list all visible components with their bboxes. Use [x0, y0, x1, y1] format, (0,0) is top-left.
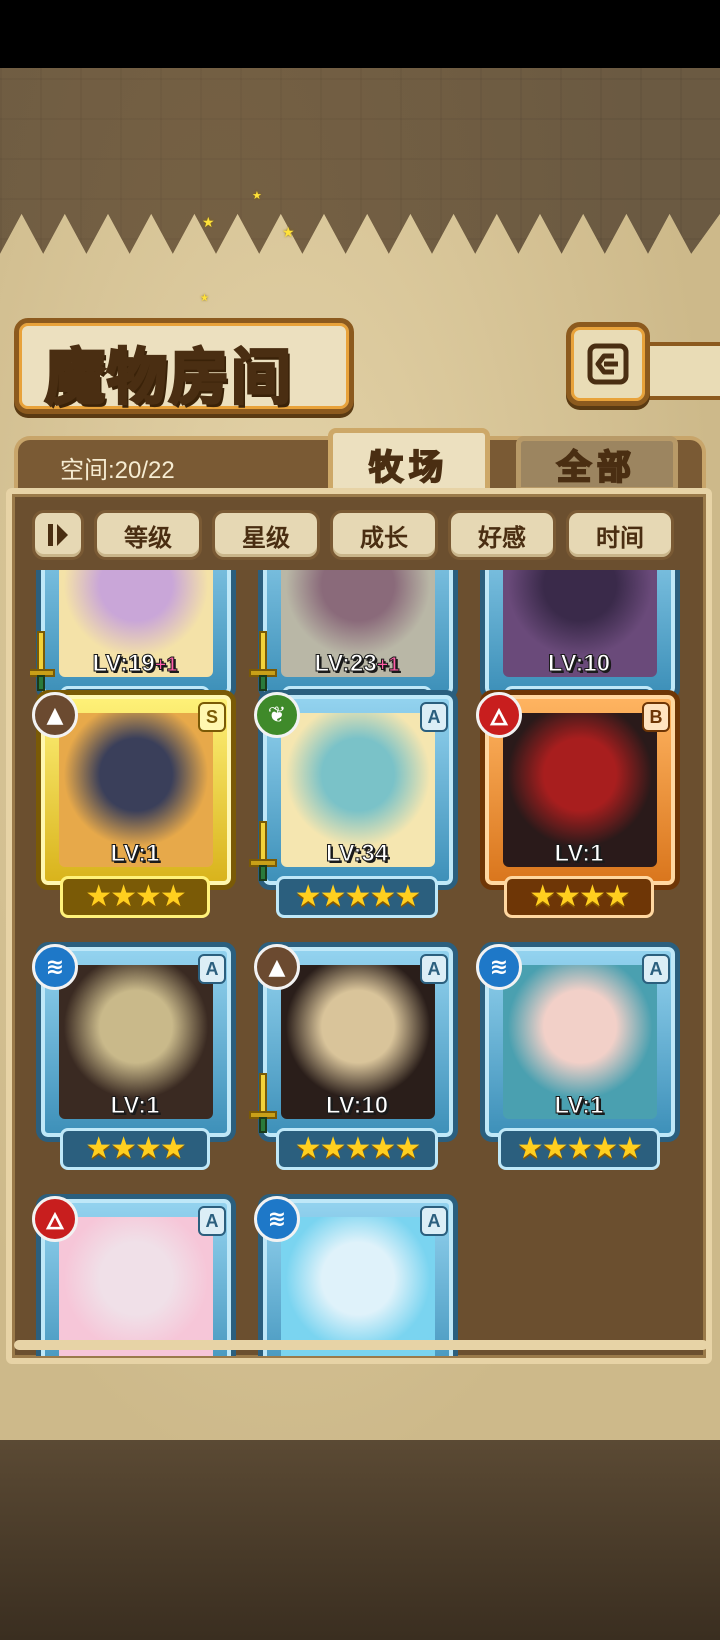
monster-card[interactable]: ≋ A — [252, 1194, 462, 1356]
sort-order-icon — [48, 524, 68, 546]
sort-affection-button[interactable]: 好感 — [448, 510, 556, 560]
level-text: LV:23 — [314, 650, 377, 678]
sparkle-icon: ★ — [200, 293, 209, 304]
rank-badge: A — [642, 954, 670, 984]
level-bonus: +1 — [376, 654, 400, 677]
sort-filter-row: 等级 星级 成长 好感 时间 — [32, 510, 674, 560]
rank-badge: A — [420, 702, 448, 732]
monster-level: LV:19+1 — [30, 650, 240, 678]
back-button[interactable] — [566, 322, 650, 406]
monster-level: LV:1 — [30, 1092, 240, 1120]
page-title: 魔物房间 — [44, 342, 293, 415]
level-text: LV:19 — [92, 650, 155, 678]
sort-order-button[interactable] — [32, 510, 84, 560]
back-arrow-icon — [587, 343, 629, 385]
level-text: LV:1 — [554, 1092, 604, 1120]
sword-equipped-icon — [30, 631, 55, 691]
monster-frame — [36, 570, 236, 700]
level-text: LV:1 — [110, 840, 160, 868]
monster-frame — [258, 570, 458, 700]
sort-stars-button[interactable]: 星级 — [212, 510, 320, 560]
star-rating: ★★★★ — [60, 876, 210, 918]
level-bonus: +1 — [154, 654, 178, 677]
monster-card[interactable]: ≋ A LV:1 ★★★★★ — [474, 942, 684, 1182]
fire-element-icon: 🜂 — [476, 692, 522, 738]
level-text: LV:1 — [554, 840, 604, 868]
monster-level: LV:1 — [474, 840, 684, 868]
level-text: LV:1 — [110, 1092, 160, 1120]
monster-level: LV:1 — [30, 840, 240, 868]
star-rating: ★★★★ — [60, 1128, 210, 1170]
sparkle-icon: ★ — [202, 215, 215, 231]
water-element-icon: ≋ — [32, 944, 78, 990]
level-text: LV:34 — [325, 840, 389, 868]
monster-card[interactable]: ▲ S LV:1 ★★★★ — [30, 690, 240, 930]
sparkle-icon: ★ — [252, 189, 262, 202]
sparkle-icon: ★ — [282, 225, 295, 241]
sword-equipped-icon — [249, 1073, 277, 1133]
monster-card[interactable]: 🜂 A — [30, 1194, 240, 1356]
monster-grid[interactable]: LV:19+1★★★★LV:23+1★★★★LV:10★★★★▲SLV:1★★★… — [30, 570, 692, 1356]
star-rating: ★★★★ — [504, 876, 654, 918]
monster-level: LV:34 — [252, 840, 462, 868]
title-plate: 魔物房间 — [14, 318, 354, 415]
rank-badge: B — [642, 702, 670, 732]
nature-element-icon: ❦ — [254, 692, 300, 738]
sort-level-button[interactable]: 等级 — [94, 510, 202, 560]
level-text: LV:10 — [547, 650, 611, 678]
earth-element-icon: ▲ — [32, 692, 78, 738]
monster-portrait — [281, 1217, 435, 1356]
bottom-map-area — [0, 1440, 720, 1640]
star-rating: ★★★★★ — [498, 1128, 660, 1170]
panel-bottom-rail — [14, 1340, 708, 1350]
fire-element-icon: 🜂 — [32, 1196, 78, 1242]
rank-badge: A — [420, 1206, 448, 1236]
monster-card[interactable]: 🜂 B LV:1 ★★★★ — [474, 690, 684, 930]
sword-equipped-icon — [249, 631, 277, 691]
rank-badge: A — [198, 1206, 226, 1236]
monster-level: LV:10 — [252, 1092, 462, 1120]
monster-card[interactable]: ≋ A LV:1 ★★★★ — [30, 942, 240, 1182]
monster-level: LV:1 — [474, 1092, 684, 1120]
monster-frame — [480, 570, 680, 700]
water-element-icon: ≋ — [254, 1196, 300, 1242]
status-bar — [0, 0, 720, 68]
sort-growth-button[interactable]: 成长 — [330, 510, 438, 560]
monster-level: LV:10 — [474, 650, 684, 678]
monster-card[interactable]: ❦ A LV:34 ★★★★★ — [249, 690, 462, 930]
rank-badge: A — [198, 954, 226, 984]
monster-portrait — [59, 1217, 213, 1356]
capacity-label: 空间:20/22 — [60, 457, 175, 484]
sort-time-button[interactable]: 时间 — [566, 510, 674, 560]
monster-level: LV:23+1 — [252, 650, 462, 678]
rank-badge: S — [198, 702, 226, 732]
earth-element-icon: ▲ — [254, 944, 300, 990]
level-text: LV:10 — [325, 1092, 389, 1120]
rank-badge: A — [420, 954, 448, 984]
monster-card[interactable]: ▲ A LV:10 ★★★★★ — [249, 942, 462, 1182]
water-element-icon: ≋ — [476, 944, 522, 990]
back-button-tail — [644, 342, 720, 400]
star-rating: ★★★★★ — [276, 1128, 438, 1170]
tab-all[interactable]: 全部 — [516, 436, 678, 492]
star-rating: ★★★★★ — [276, 876, 438, 918]
sword-equipped-icon — [249, 821, 277, 881]
